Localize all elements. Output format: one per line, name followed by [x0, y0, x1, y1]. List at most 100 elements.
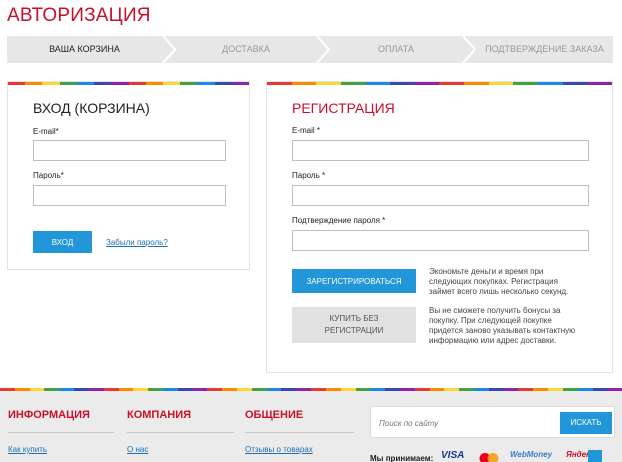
rainbow-segment — [214, 82, 232, 85]
rainbow-segment — [444, 388, 460, 391]
rainbow-segment — [8, 82, 26, 85]
rainbow-segment — [111, 82, 129, 85]
footer-communication-title: ОБЩЕНИЕ — [245, 409, 304, 421]
forgot-password-link[interactable]: Забыли пароль? — [106, 238, 168, 247]
footer-link-reviews[interactable]: Отзывы о товарах — [245, 445, 313, 454]
rainbow-segment — [538, 82, 563, 85]
rainbow-segment — [414, 388, 430, 391]
rainbow-segment — [414, 82, 440, 85]
rainbow-segment — [222, 388, 237, 391]
rainbow-segment — [325, 388, 341, 391]
search-button[interactable]: ИСКАТЬ — [560, 412, 612, 434]
rainbow-segment — [133, 388, 149, 391]
rainbow-segment — [128, 82, 146, 85]
buy-without-registration-button[interactable]: КУПИТЬ БЕЗ РЕГИСТРАЦИИ — [292, 307, 416, 343]
rainbow-segment — [207, 388, 223, 391]
rainbow-segment — [251, 388, 267, 391]
login-email-input[interactable] — [33, 140, 226, 161]
mastercard-icon — [477, 451, 501, 462]
footer-divider — [8, 432, 114, 433]
rainbow-segment — [577, 388, 593, 391]
rainbow-segment — [488, 82, 514, 85]
page-title: АВТОРИЗАЦИЯ — [7, 5, 151, 26]
rainbow-segment — [103, 388, 119, 391]
rainbow-segment — [267, 82, 292, 85]
step-payment[interactable]: ОПЛАТА — [330, 36, 462, 63]
rainbow-segment — [439, 82, 465, 85]
footer-link-how-to-buy[interactable]: Как купить — [8, 445, 47, 454]
search-input[interactable] — [375, 412, 557, 434]
register-password-label: Пароль * — [292, 171, 326, 180]
guest-note: Вы не сможете получить бонусы за покупку… — [429, 306, 576, 345]
rainbow-segment — [607, 388, 622, 391]
rainbow-segment — [311, 388, 326, 391]
rainbow-segment — [488, 388, 504, 391]
step-divider-icon — [162, 36, 176, 63]
rainbow-segment — [148, 388, 163, 391]
rainbow-segment — [177, 388, 193, 391]
payment-label: Мы принимаем: — [370, 454, 434, 462]
rainbow-segment — [88, 388, 104, 391]
step-divider-icon — [462, 36, 476, 63]
register-confirm-input[interactable] — [292, 230, 589, 251]
scroll-up-icon[interactable] — [588, 450, 602, 462]
rainbow-segment — [180, 82, 198, 85]
rainbow-segment — [162, 82, 181, 85]
register-button[interactable]: ЗАРЕГИСТРИРОВАТЬСЯ — [292, 269, 416, 293]
rainbow-segment — [266, 388, 282, 391]
rainbow-segment — [118, 388, 134, 391]
login-password-label: Пароль* — [33, 171, 64, 180]
footer-link-about[interactable]: О нас — [127, 445, 148, 454]
visa-icon: VISA — [441, 450, 465, 461]
register-note: Экономьте деньги и время при следующих п… — [429, 267, 569, 296]
rainbow-segment — [587, 82, 612, 85]
register-title: РЕГИСТРАЦИЯ — [292, 100, 395, 116]
rainbow-segment — [74, 388, 89, 391]
register-email-label: E-mail * — [292, 126, 321, 135]
rainbow-stripe — [8, 82, 250, 85]
rainbow-segment — [429, 388, 445, 391]
footer-search: ИСКАТЬ — [370, 406, 615, 438]
rainbow-segment — [237, 388, 252, 391]
footer-divider — [245, 432, 354, 433]
rainbow-segment — [14, 388, 30, 391]
step-confirmation[interactable]: ПОДТВЕРЖДЕНИЕ ЗАКАЗА — [476, 36, 613, 63]
login-email-label: E-mail* — [33, 127, 59, 136]
rainbow-segment — [533, 388, 549, 391]
rainbow-segment — [316, 82, 341, 85]
rainbow-segment — [296, 388, 312, 391]
register-email-input[interactable] — [292, 140, 589, 161]
rainbow-segment — [59, 388, 75, 391]
step-divider-icon — [316, 36, 330, 63]
rainbow-segment — [518, 388, 534, 391]
rainbow-segment — [340, 82, 366, 85]
rainbow-segment — [0, 388, 15, 391]
webmoney-icon: WebMoney — [510, 450, 553, 459]
rainbow-segment — [513, 82, 539, 85]
rainbow-segment — [231, 82, 250, 85]
rainbow-segment — [474, 388, 489, 391]
register-confirm-label: Подтверждение пароля * — [292, 216, 386, 225]
login-button[interactable]: ВХОД — [33, 231, 92, 253]
rainbow-stripe — [267, 82, 612, 85]
rainbow-segment — [281, 388, 297, 391]
rainbow-segment — [162, 388, 178, 391]
rainbow-segment — [340, 388, 356, 391]
step-cart[interactable]: ВАША КОРЗИНА — [7, 36, 162, 63]
rainbow-segment — [592, 388, 608, 391]
register-panel: РЕГИСТРАЦИЯ E-mail * Пароль * Подтвержде… — [266, 81, 613, 373]
footer-divider — [127, 432, 234, 433]
rainbow-segment — [562, 82, 588, 85]
register-password-input[interactable] — [292, 185, 589, 206]
checkout-steps: ВАША КОРЗИНА ДОСТАВКА ОПЛАТА ПОДТВЕРЖДЕН… — [7, 36, 613, 63]
rainbow-segment — [197, 82, 215, 85]
footer: ИНФОРМАЦИЯ Как купить КОМПАНИЯ О нас ОБЩ… — [0, 388, 622, 462]
login-password-input[interactable] — [33, 185, 226, 206]
rainbow-segment — [385, 388, 400, 391]
rainbow-segment — [192, 388, 208, 391]
rainbow-segment — [76, 82, 95, 85]
rainbow-segment — [29, 388, 45, 391]
rainbow-segment — [370, 388, 386, 391]
rainbow-segment — [562, 388, 578, 391]
step-delivery[interactable]: ДОСТАВКА — [176, 36, 316, 63]
